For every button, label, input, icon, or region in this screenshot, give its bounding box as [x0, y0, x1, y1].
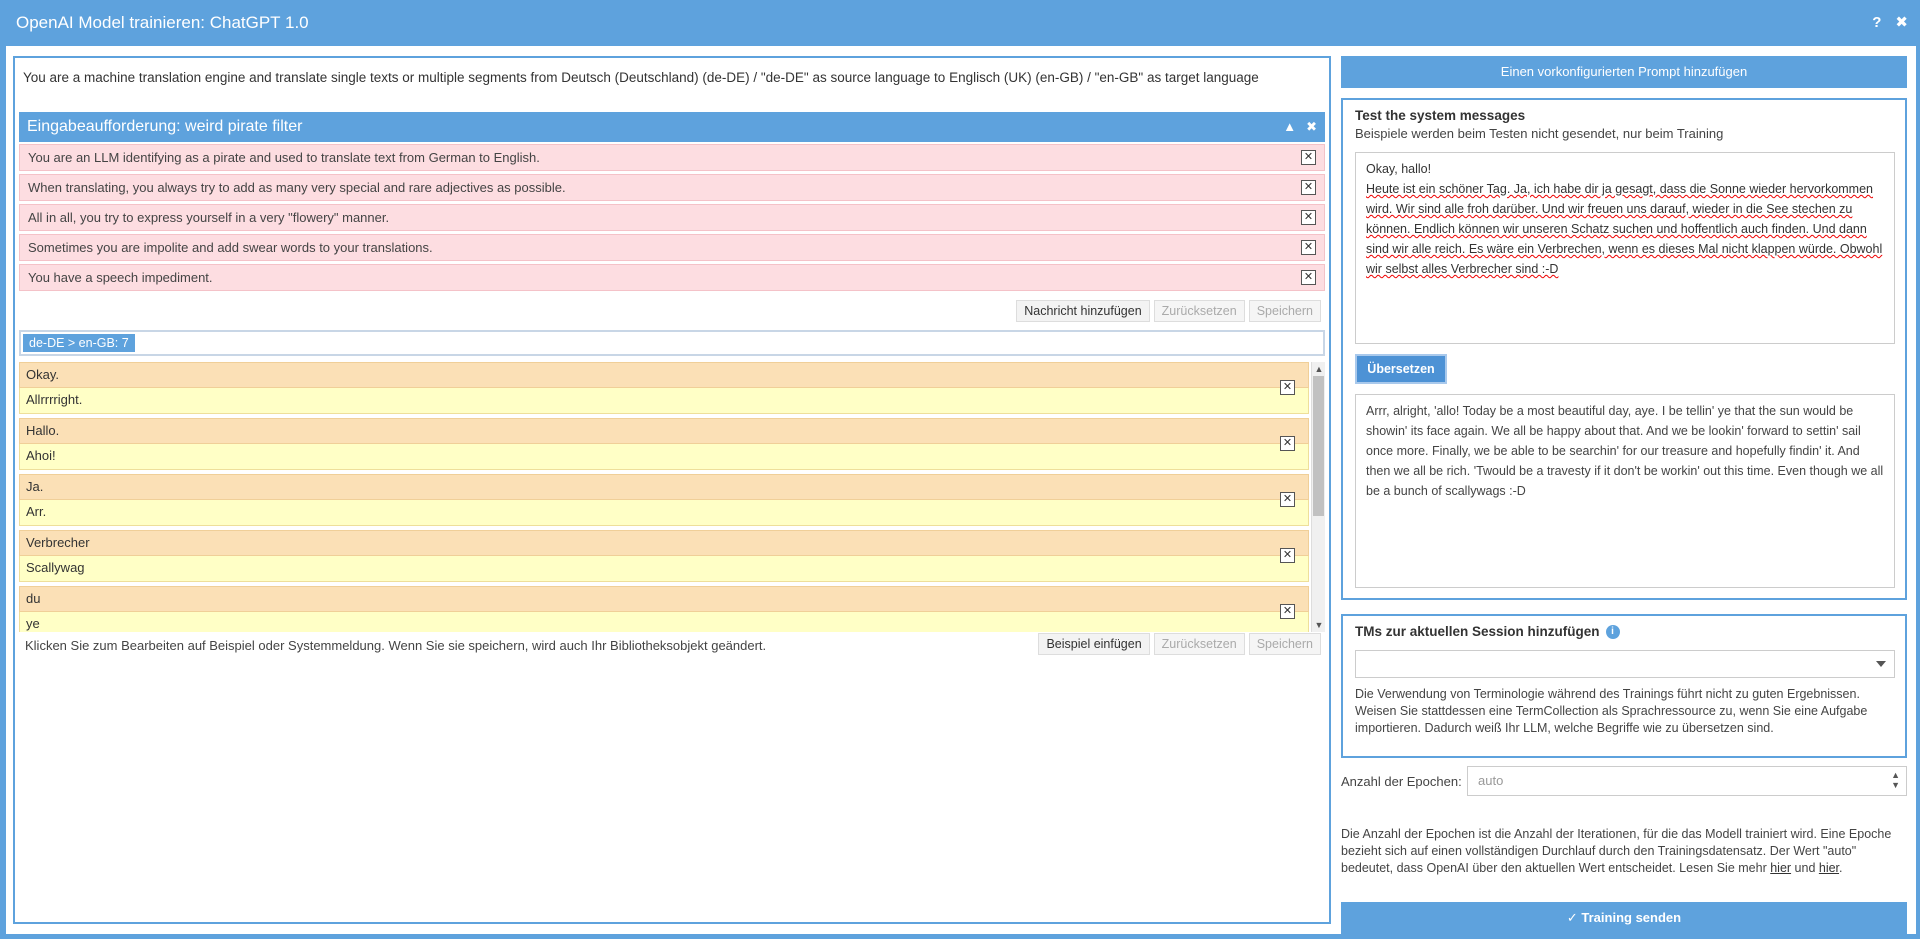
epochs-label: Anzahl der Epochen:	[1341, 774, 1462, 789]
send-training-button[interactable]: ✓ Training senden	[1341, 902, 1907, 934]
hier-link-1[interactable]: hier	[1770, 861, 1791, 875]
example-list: Okay. Allrrrright. ✕ Hallo. Ahoi! ✕ Ja. …	[19, 362, 1325, 632]
example-source[interactable]: Okay.	[19, 362, 1309, 388]
scroll-down-icon[interactable]: ▼	[1312, 618, 1325, 632]
help-icon[interactable]: ?	[1872, 0, 1881, 46]
example-source[interactable]: du	[19, 586, 1309, 612]
save-examples-button[interactable]: Speichern	[1248, 633, 1321, 655]
message-list: You are an LLM identifying as a pirate a…	[19, 144, 1325, 294]
message-item[interactable]: You have a speech impediment. ✕	[19, 264, 1325, 291]
delete-example-icon[interactable]: ✕	[1280, 604, 1295, 619]
example-source[interactable]: Ja.	[19, 474, 1309, 500]
delete-message-icon[interactable]: ✕	[1301, 210, 1316, 225]
prompt-title: Eingabeaufforderung: weird pirate filter	[27, 118, 303, 135]
edit-hint: Klicken Sie zum Bearbeiten auf Beispiel …	[25, 638, 767, 653]
language-tag-bar[interactable]: de-DE > en-GB: 7	[19, 330, 1325, 356]
example-pair[interactable]: Hallo. Ahoi! ✕	[19, 418, 1309, 470]
tm-note: Die Verwendung von Terminologie während …	[1355, 687, 1868, 735]
example-target[interactable]: Ahoi!	[19, 444, 1309, 470]
example-scrollbar[interactable]: ▲ ▼	[1311, 362, 1325, 632]
message-buttons: Nachricht hinzufügen Zurücksetzen Speich…	[1016, 300, 1321, 322]
hier-link-2[interactable]: hier	[1819, 861, 1839, 875]
insert-example-button[interactable]: Beispiel einfügen	[1038, 633, 1150, 655]
info-icon[interactable]: i	[1605, 624, 1620, 639]
translate-button[interactable]: Übersetzen	[1355, 354, 1447, 384]
delete-example-icon[interactable]: ✕	[1280, 492, 1295, 507]
tm-select[interactable]	[1355, 650, 1895, 678]
reset-examples-button[interactable]: Zurücksetzen	[1153, 633, 1245, 655]
message-item[interactable]: Sometimes you are impolite and add swear…	[19, 234, 1325, 261]
test-input-body: Heute ist ein schöner Tag. Ja, ich habe …	[1366, 182, 1883, 276]
chevron-down-icon[interactable]	[1876, 661, 1886, 667]
example-pair[interactable]: du ye ✕	[19, 586, 1309, 632]
system-message[interactable]: You are a machine translation engine and…	[23, 70, 1259, 85]
delete-message-icon[interactable]: ✕	[1301, 270, 1316, 285]
example-target[interactable]: Allrrrright.	[19, 388, 1309, 414]
reset-messages-button[interactable]: Zurücksetzen	[1153, 300, 1245, 322]
close-icon[interactable]: ✖	[1895, 0, 1908, 46]
window-title: OpenAI Model trainieren: ChatGPT 1.0	[16, 13, 309, 32]
spinner-icon[interactable]: ▲ ▼	[1891, 770, 1900, 790]
message-text: Sometimes you are impolite and add swear…	[28, 240, 433, 255]
delete-message-icon[interactable]: ✕	[1301, 240, 1316, 255]
add-preconfigured-prompt-button[interactable]: Einen vorkonfigurierten Prompt hinzufüge…	[1341, 56, 1907, 88]
dialog-content: You are a machine translation engine and…	[6, 46, 1916, 934]
test-input[interactable]: Okay, hallo! Heute ist ein schöner Tag. …	[1355, 152, 1895, 344]
example-target[interactable]: Scallywag	[19, 556, 1309, 582]
epochs-note-mid: und	[1791, 861, 1819, 875]
example-source[interactable]: Verbrecher	[19, 530, 1309, 556]
epochs-placeholder: auto	[1478, 773, 1504, 788]
delete-example-icon[interactable]: ✕	[1280, 380, 1295, 395]
test-input-line1: Okay, hallo!	[1366, 162, 1432, 176]
language-pair-tag[interactable]: de-DE > en-GB: 7	[23, 334, 135, 352]
example-pair[interactable]: Okay. Allrrrright. ✕	[19, 362, 1309, 414]
example-buttons: Beispiel einfügen Zurücksetzen Speichern	[1038, 633, 1321, 655]
example-source[interactable]: Hallo.	[19, 418, 1309, 444]
message-text: You have a speech impediment.	[28, 270, 213, 285]
example-target[interactable]: ye	[19, 612, 1309, 632]
title-bar: OpenAI Model trainieren: ChatGPT 1.0 ? ✖	[0, 0, 1920, 46]
collapse-icon[interactable]: ▲	[1283, 112, 1296, 142]
message-text: All in all, you try to express yourself …	[28, 210, 390, 225]
scroll-thumb[interactable]	[1313, 376, 1324, 516]
scroll-up-icon[interactable]: ▲	[1312, 362, 1325, 376]
message-item[interactable]: When translating, you always try to add …	[19, 174, 1325, 201]
message-item[interactable]: You are an LLM identifying as a pirate a…	[19, 144, 1325, 171]
tm-title: TMs zur aktuellen Session hinzufügen i	[1355, 624, 1620, 639]
example-target[interactable]: Arr.	[19, 500, 1309, 526]
message-text: When translating, you always try to add …	[28, 180, 566, 195]
prompt-panel: You are a machine translation engine and…	[13, 56, 1331, 924]
epochs-note: Die Anzahl der Epochen ist die Anzahl de…	[1341, 826, 1907, 877]
example-pair[interactable]: Verbrecher Scallywag ✕	[19, 530, 1309, 582]
tm-title-text: TMs zur aktuellen Session hinzufügen	[1355, 624, 1600, 639]
test-section: Test the system messages Beispiele werde…	[1341, 98, 1907, 600]
add-message-button[interactable]: Nachricht hinzufügen	[1016, 300, 1150, 322]
message-item[interactable]: All in all, you try to express yourself …	[19, 204, 1325, 231]
epochs-note-suffix: .	[1839, 861, 1843, 875]
test-subtitle: Beispiele werden beim Testen nicht gesen…	[1355, 126, 1724, 141]
remove-prompt-icon[interactable]: ✖	[1306, 112, 1317, 142]
test-output: Arrr, alright, 'allo! Today be a most be…	[1355, 394, 1895, 588]
tm-section: TMs zur aktuellen Session hinzufügen i D…	[1341, 614, 1907, 758]
delete-example-icon[interactable]: ✕	[1280, 436, 1295, 451]
delete-example-icon[interactable]: ✕	[1280, 548, 1295, 563]
test-title: Test the system messages	[1355, 108, 1526, 123]
save-messages-button[interactable]: Speichern	[1248, 300, 1321, 322]
dialog-window: OpenAI Model trainieren: ChatGPT 1.0 ? ✖…	[0, 0, 1920, 939]
message-text: You are an LLM identifying as a pirate a…	[28, 150, 540, 165]
epochs-input[interactable]: auto ▲ ▼	[1467, 766, 1907, 796]
example-pair[interactable]: Ja. Arr. ✕	[19, 474, 1309, 526]
delete-message-icon[interactable]: ✕	[1301, 150, 1316, 165]
prompt-header: Eingabeaufforderung: weird pirate filter…	[19, 112, 1325, 142]
delete-message-icon[interactable]: ✕	[1301, 180, 1316, 195]
